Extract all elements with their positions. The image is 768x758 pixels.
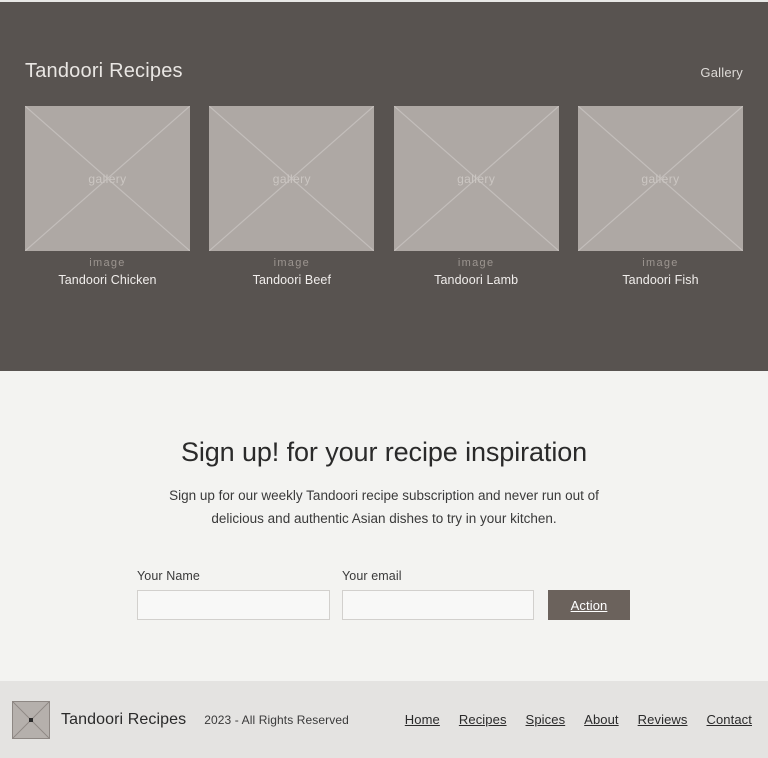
image-placeholder[interactable]: gallery bbox=[393, 106, 559, 251]
image-placeholder[interactable]: gallery bbox=[209, 106, 375, 251]
gallery-grid: gallery image Tandoori Chicken gallery i… bbox=[25, 106, 743, 287]
logo-center-dot bbox=[29, 717, 33, 722]
footer-copyright: 2023 - All Rights Reserved bbox=[204, 712, 349, 727]
name-field-group: Your Name bbox=[137, 569, 330, 621]
signup-form: Your Name Your email Action bbox=[137, 569, 768, 621]
gallery-card[interactable]: gallery image Tandoori Lamb bbox=[393, 106, 559, 287]
card-title: Tandoori Beef bbox=[252, 273, 332, 287]
footer-link-about[interactable]: About bbox=[584, 712, 618, 727]
email-field-label: Your email bbox=[342, 569, 402, 584]
footer: Tandoori Recipes 2023 - All Rights Reser… bbox=[0, 681, 768, 758]
placeholder-label: gallery bbox=[641, 171, 680, 186]
footer-link-home[interactable]: Home bbox=[405, 712, 440, 727]
card-kind-label: image bbox=[457, 257, 495, 269]
footer-link-reviews[interactable]: Reviews bbox=[638, 712, 688, 727]
signup-heading: Sign up! for your recipe inspiration bbox=[180, 437, 588, 467]
gallery-card[interactable]: gallery image Tandoori Fish bbox=[577, 106, 743, 287]
placeholder-label: gallery bbox=[272, 171, 311, 186]
card-title: Tandoori Chicken bbox=[58, 273, 157, 287]
email-input[interactable] bbox=[342, 590, 534, 621]
page-title: Tandoori Recipes bbox=[25, 60, 183, 82]
signup-section: Sign up! for your recipe inspiration Sig… bbox=[0, 371, 768, 681]
image-placeholder[interactable]: gallery bbox=[577, 106, 743, 251]
footer-nav: Home Recipes Spices About Reviews Contac… bbox=[405, 712, 752, 727]
footer-link-contact[interactable]: Contact bbox=[706, 712, 752, 727]
placeholder-label: gallery bbox=[88, 171, 127, 186]
footer-brand-group: Tandoori Recipes 2023 - All Rights Reser… bbox=[12, 700, 349, 739]
card-kind-label: image bbox=[273, 257, 311, 269]
signup-description: Sign up for our weekly Tandoori recipe s… bbox=[169, 488, 599, 527]
nav-link-gallery[interactable]: Gallery bbox=[700, 65, 743, 80]
gallery-card[interactable]: gallery image Tandoori Beef bbox=[209, 106, 375, 287]
action-button[interactable]: Action bbox=[548, 590, 630, 621]
gallery-card[interactable]: gallery image Tandoori Chicken bbox=[25, 106, 190, 287]
hero-section: Tandoori Recipes Gallery gallery image T… bbox=[0, 2, 768, 371]
footer-link-recipes[interactable]: Recipes bbox=[459, 712, 507, 727]
card-title: Tandoori Lamb bbox=[434, 273, 519, 287]
image-placeholder[interactable]: gallery bbox=[25, 106, 190, 251]
footer-link-spices[interactable]: Spices bbox=[526, 712, 566, 727]
name-input[interactable] bbox=[137, 590, 330, 621]
card-title: Tandoori Fish bbox=[622, 273, 699, 287]
logo-placeholder-icon bbox=[12, 700, 50, 739]
placeholder-label: gallery bbox=[457, 171, 496, 186]
email-field-group: Your email bbox=[342, 569, 534, 621]
footer-brand-name: Tandoori Recipes bbox=[61, 710, 187, 728]
card-kind-label: image bbox=[89, 257, 126, 269]
hero-top-bar: Tandoori Recipes Gallery bbox=[25, 2, 743, 83]
name-field-label: Your Name bbox=[137, 569, 200, 584]
card-kind-label: image bbox=[642, 257, 679, 269]
